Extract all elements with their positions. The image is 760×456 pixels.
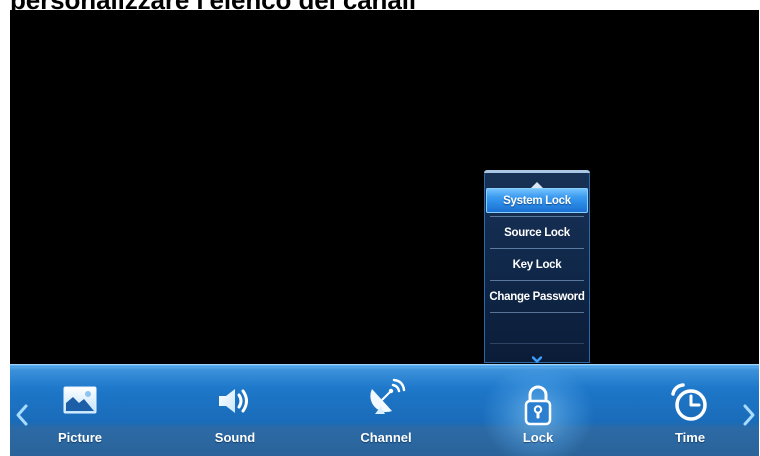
menu-item-time[interactable]: Time: [640, 364, 740, 456]
lock-submenu: System Lock Source Lock Key Lock Change …: [484, 170, 590, 363]
menu-item-label: Time: [674, 430, 706, 445]
picture-icon: [63, 386, 97, 414]
chevron-down-icon[interactable]: [531, 350, 543, 363]
submenu-item-system-lock[interactable]: System Lock: [486, 188, 588, 213]
tv-screen: System Lock Source Lock Key Lock Change …: [10, 10, 759, 456]
submenu-item-source-lock[interactable]: Source Lock: [486, 217, 588, 248]
speaker-icon: [217, 386, 253, 416]
submenu-item-change-password[interactable]: Change Password: [486, 281, 588, 312]
menu-item-channel[interactable]: Channel: [336, 364, 436, 456]
lock-icon: [523, 384, 553, 426]
alarm-clock-icon: [669, 381, 711, 423]
satellite-dish-icon: [366, 377, 406, 417]
submenu-item-label: Source Lock: [504, 226, 570, 239]
divider: [490, 343, 584, 344]
main-menu-bar: Picture Sound Channel Lock Time: [10, 364, 759, 456]
menu-item-sound[interactable]: Sound: [185, 364, 285, 456]
menu-item-lock[interactable]: Lock: [488, 364, 588, 456]
submenu-item-label: Key Lock: [512, 258, 562, 271]
submenu-empty-slot: [486, 313, 588, 343]
menu-item-label: Sound: [214, 430, 256, 445]
chevron-left-icon[interactable]: [15, 403, 29, 427]
menu-item-label: Lock: [522, 430, 554, 445]
submenu-top-border: [484, 170, 590, 173]
menu-item-label: Channel: [360, 430, 412, 445]
triangle-up-icon[interactable]: [531, 175, 543, 188]
menu-item-picture[interactable]: Picture: [30, 364, 130, 456]
submenu-item-label: Change Password: [489, 290, 585, 303]
chevron-right-icon[interactable]: [742, 403, 756, 427]
submenu-item-label: System Lock: [503, 194, 571, 207]
menu-item-label: Picture: [57, 430, 103, 445]
submenu-item-key-lock[interactable]: Key Lock: [486, 249, 588, 280]
